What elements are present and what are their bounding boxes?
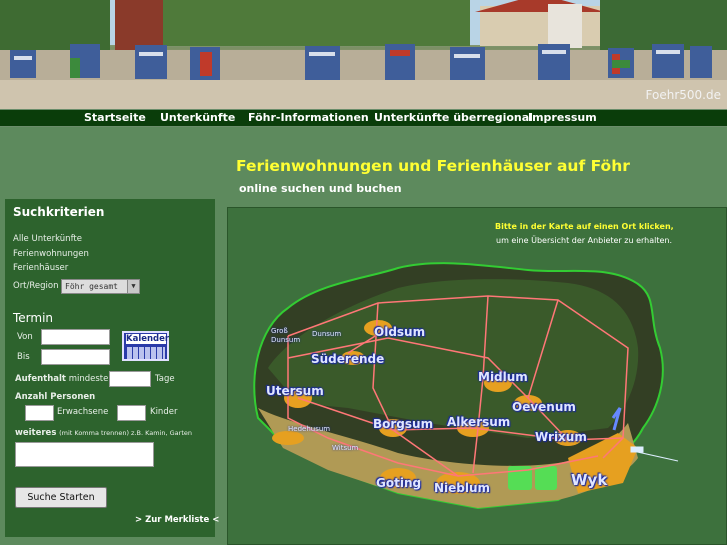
search-panel: Suchkriterien Alle Unterkünfte Ferienwoh…: [5, 199, 219, 537]
category-link-ferienwohnungen[interactable]: Ferienwohnungen: [13, 249, 89, 259]
category-link-ferienhaeuser[interactable]: Ferienhäuser: [13, 263, 68, 273]
nav-startseite[interactable]: Startseite: [84, 111, 146, 124]
chevron-down-icon[interactable]: ▼: [127, 280, 139, 293]
nav-unterkuenfte-ueberregional[interactable]: Unterkünfte überregional: [374, 111, 533, 124]
children-label: Kinder: [150, 407, 178, 417]
town-oevenum[interactable]: Oevenum: [512, 400, 576, 414]
region-select[interactable]: Föhr gesamt ▼: [61, 279, 140, 294]
map-hint-line2: um eine Übersicht der Anbieter zu erhalt…: [496, 236, 673, 245]
beach-photo: [0, 0, 727, 109]
bis-date-input[interactable]: [41, 349, 110, 365]
nav-foehr-informationen[interactable]: Föhr-Informationen: [248, 111, 369, 124]
weiteres-textarea[interactable]: [15, 442, 154, 467]
town-goting[interactable]: Goting: [376, 476, 421, 490]
island-map[interactable]: Bitte in der Karte auf einen Ort klicken…: [227, 207, 727, 545]
calendar-button-label: Kalender: [126, 334, 170, 344]
page-subtitle: online suchen und buchen: [239, 182, 402, 195]
town-alkersum[interactable]: Alkersum: [447, 415, 510, 429]
region-label: Ort/Region: [13, 281, 59, 291]
calendar-icon: [127, 347, 165, 359]
personen-title: Anzahl Personen: [15, 392, 96, 402]
main-nav: Startseite Unterkünfte Föhr-Informatione…: [0, 109, 727, 127]
town-witsum[interactable]: Witsum: [332, 444, 358, 452]
town-oldsum[interactable]: Oldsum: [374, 325, 425, 339]
site-name-watermark: Foehr500.de: [645, 88, 721, 102]
town-dunsum[interactable]: Dunsum: [312, 330, 341, 338]
town-wyk[interactable]: Wyk: [571, 471, 607, 489]
header-banner: Foehr500.de: [0, 0, 727, 109]
search-panel-title: Suchkriterien: [13, 205, 105, 219]
adults-label: Erwachsene: [57, 407, 109, 417]
town-nieblum[interactable]: Nieblum: [434, 481, 490, 495]
town-borgsum[interactable]: Borgsum: [373, 417, 433, 431]
town-midlum[interactable]: Midlum: [478, 370, 528, 384]
town-utersum[interactable]: Utersum: [266, 384, 324, 398]
von-label: Von: [17, 332, 33, 342]
region-select-value: Föhr gesamt: [65, 282, 118, 291]
min-days-input[interactable]: [109, 371, 151, 387]
adults-input[interactable]: [25, 405, 54, 421]
weiteres-label: weiteres: [15, 428, 57, 438]
tage-label: Tage: [155, 374, 175, 384]
children-input[interactable]: [117, 405, 146, 421]
category-link-alle[interactable]: Alle Unterkünfte: [13, 234, 82, 244]
merkliste-link[interactable]: > Zur Merkliste <: [135, 515, 219, 525]
nav-unterkuenfte[interactable]: Unterkünfte: [160, 111, 235, 124]
town-wrixum[interactable]: Wrixum: [535, 430, 587, 444]
map-hint-line1: Bitte in der Karte auf einen Ort klicken…: [495, 222, 674, 231]
aufenthalt-label: Aufenthalt: [15, 374, 66, 384]
search-submit-button[interactable]: Suche Starten: [15, 487, 107, 508]
town-gross-dunsum[interactable]: Groß Dunsum: [271, 327, 301, 345]
town-suederende[interactable]: Süderende: [311, 352, 384, 366]
bis-label: Bis: [17, 352, 30, 362]
von-date-input[interactable]: [41, 329, 110, 345]
termin-title: Termin: [13, 311, 54, 325]
nav-impressum[interactable]: Impressum: [528, 111, 597, 124]
weiteres-hint: (mit Komma trennen) z.B. Kamin, Garten: [59, 429, 192, 437]
page-title: Ferienwohnungen und Ferienhäuser auf Föh…: [236, 157, 630, 175]
calendar-button[interactable]: Kalender: [122, 331, 169, 361]
town-hedehusum[interactable]: Hedehusum: [288, 425, 330, 433]
